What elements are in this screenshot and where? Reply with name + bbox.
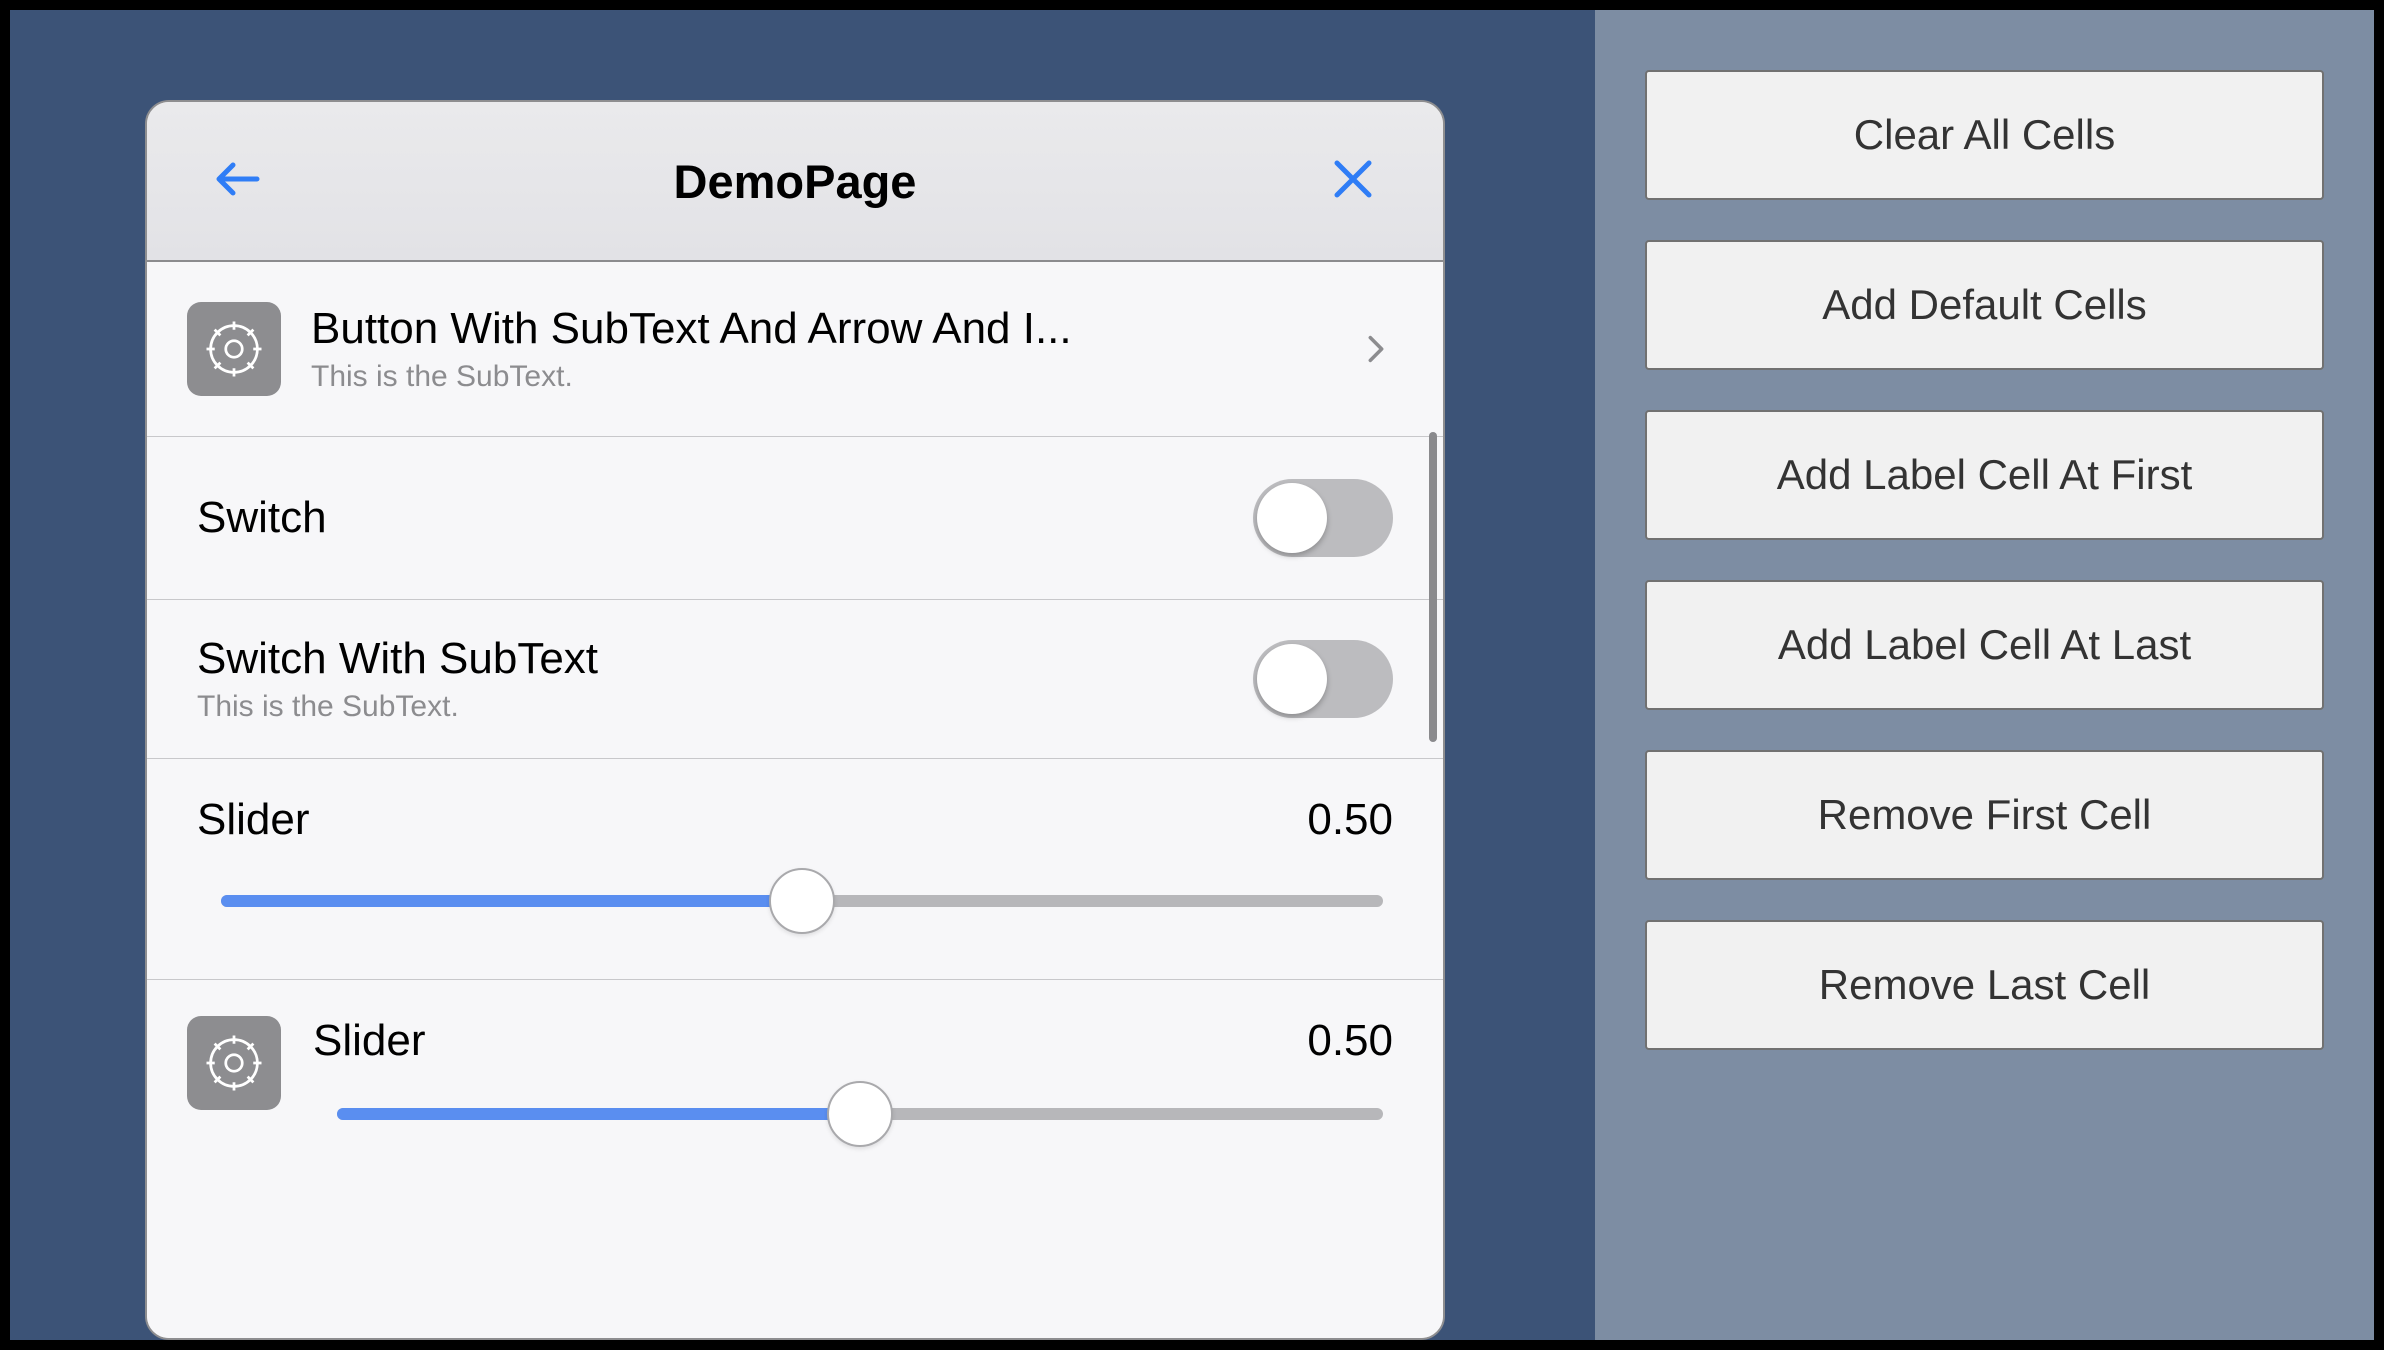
switch-cell-title: Switch (197, 493, 1253, 543)
back-button[interactable] (207, 151, 267, 211)
switch-knob (1257, 483, 1327, 553)
slider-track[interactable] (313, 1094, 1393, 1134)
chevron-right-icon (1359, 332, 1393, 366)
button-cell-texts: Button With SubText And Arrow And I... T… (311, 304, 1329, 394)
slider-value: 0.50 (1307, 1016, 1393, 1066)
sidebar: Clear All Cells Add Default Cells Add La… (1595, 10, 2374, 1340)
slider-title: Slider (313, 1016, 1307, 1066)
slider-cell[interactable]: Slider 0.50 (147, 759, 1443, 980)
add-label-last-button[interactable]: Add Label Cell At Last (1645, 580, 2324, 710)
page-header: DemoPage (147, 102, 1443, 262)
switch-cell-title: Switch With SubText (197, 634, 1253, 684)
back-arrow-icon (213, 155, 261, 208)
switch-cell-with-sub[interactable]: Switch With SubText This is the SubText. (147, 600, 1443, 759)
slider-title: Slider (197, 795, 1307, 845)
app-frame: DemoPage (10, 10, 2374, 1340)
add-default-cells-button[interactable]: Add Default Cells (1645, 240, 2324, 370)
close-icon (1329, 155, 1377, 208)
slider-value: 0.50 (1307, 795, 1393, 845)
page-card: DemoPage (145, 100, 1445, 1340)
slider-cell-with-icon[interactable]: Slider 0.50 (147, 980, 1443, 1174)
gear-icon (187, 302, 281, 396)
button-cell-subtext: This is the SubText. (311, 360, 1329, 394)
button-cell[interactable]: Button With SubText And Arrow And I... T… (147, 262, 1443, 437)
page-list: Button With SubText And Arrow And I... T… (147, 262, 1443, 1338)
slider-thumb[interactable] (769, 868, 835, 934)
page-area: DemoPage (10, 10, 1595, 1340)
remove-first-cell-button[interactable]: Remove First Cell (1645, 750, 2324, 880)
switch-cell[interactable]: Switch (147, 437, 1443, 600)
close-button[interactable] (1323, 151, 1383, 211)
scrollbar[interactable] (1429, 432, 1437, 742)
switch-cell-subtext: This is the SubText. (197, 690, 1253, 724)
add-label-first-button[interactable]: Add Label Cell At First (1645, 410, 2324, 540)
slider-thumb[interactable] (827, 1081, 893, 1147)
clear-all-cells-button[interactable]: Clear All Cells (1645, 70, 2324, 200)
gear-icon (187, 1016, 281, 1110)
switch-knob (1257, 644, 1327, 714)
page-title: DemoPage (147, 154, 1443, 209)
remove-last-cell-button[interactable]: Remove Last Cell (1645, 920, 2324, 1050)
switch-toggle[interactable] (1253, 640, 1393, 718)
switch-toggle[interactable] (1253, 479, 1393, 557)
button-cell-title: Button With SubText And Arrow And I... (311, 304, 1329, 354)
slider-track[interactable] (197, 881, 1393, 921)
